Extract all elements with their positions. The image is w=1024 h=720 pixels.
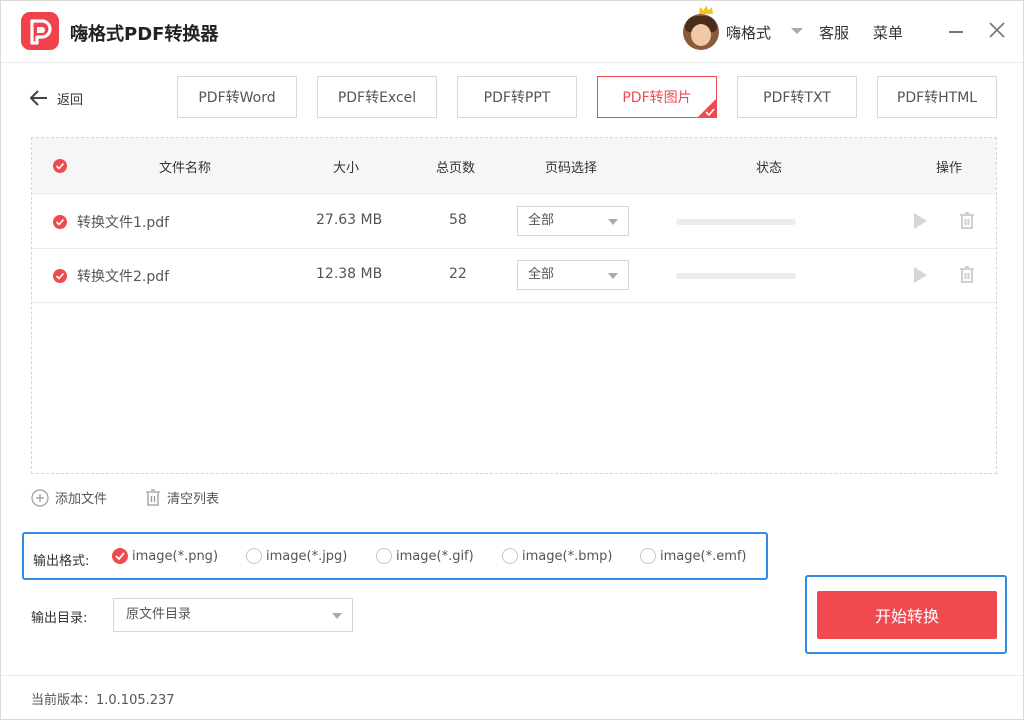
close-icon[interactable] bbox=[988, 21, 1006, 39]
trash-icon[interactable] bbox=[959, 266, 975, 284]
tab-pdf-to-image[interactable]: PDF转图片 bbox=[597, 76, 717, 118]
file-pages: 22 bbox=[449, 266, 467, 282]
radio-unchecked-icon bbox=[376, 548, 392, 564]
trash-icon bbox=[146, 488, 160, 506]
add-file-button[interactable]: 添加文件 bbox=[31, 488, 107, 507]
table-row: 转换文件1.pdf 27.63 MB 58 全部 bbox=[32, 195, 996, 249]
table-row: 转换文件2.pdf 12.38 MB 22 全部 bbox=[32, 249, 996, 303]
clear-list-button[interactable]: 清空列表 bbox=[145, 488, 219, 507]
radio-unchecked-icon bbox=[640, 548, 656, 564]
check-icon bbox=[705, 108, 715, 116]
check-icon bbox=[55, 218, 65, 226]
start-convert-button[interactable]: 开始转换 bbox=[817, 591, 997, 639]
file-size: 12.38 MB bbox=[316, 266, 383, 282]
format-option-emf[interactable]: image(*.emf) bbox=[640, 548, 747, 564]
output-format-group: 输出格式: image(*.png) image(*.jpg) image(*.… bbox=[22, 532, 768, 580]
radio-checked-icon bbox=[112, 548, 128, 564]
back-label: 返回 bbox=[57, 92, 84, 108]
menu-link[interactable]: 菜单 bbox=[873, 22, 903, 43]
format-option-gif[interactable]: image(*.gif) bbox=[376, 548, 474, 564]
play-icon[interactable] bbox=[914, 213, 927, 229]
minimize-icon[interactable] bbox=[949, 31, 963, 33]
output-dir-select[interactable]: 原文件目录 bbox=[113, 598, 353, 632]
tab-pdf-to-html[interactable]: PDF转HTML bbox=[877, 76, 997, 118]
column-header-pages: 总页数 bbox=[436, 161, 476, 176]
version-text: 当前版本：1.0.105.237 bbox=[31, 693, 175, 708]
chevron-down-icon bbox=[608, 219, 618, 225]
chevron-down-icon[interactable] bbox=[791, 28, 803, 34]
trash-icon[interactable] bbox=[959, 212, 975, 230]
table-header: 文件名称 大小 总页数 页码选择 状态 操作 bbox=[32, 138, 996, 194]
row-checkbox[interactable] bbox=[53, 215, 67, 229]
arrow-left-icon bbox=[29, 90, 47, 106]
tab-pdf-to-txt[interactable]: PDF转TXT bbox=[737, 76, 857, 118]
file-pages: 58 bbox=[449, 212, 467, 228]
radio-unchecked-icon bbox=[502, 548, 518, 564]
column-header-size: 大小 bbox=[333, 161, 360, 176]
user-avatar[interactable] bbox=[683, 14, 719, 50]
format-option-bmp[interactable]: image(*.bmp) bbox=[502, 548, 612, 564]
progress-bar bbox=[676, 219, 796, 225]
column-header-page-select: 页码选择 bbox=[545, 161, 598, 176]
back-button[interactable]: 返回 bbox=[29, 87, 83, 109]
customer-service-link[interactable]: 客服 bbox=[819, 22, 849, 43]
format-option-jpg[interactable]: image(*.jpg) bbox=[246, 548, 347, 564]
format-option-png[interactable]: image(*.png) bbox=[112, 548, 218, 564]
status-bar: 当前版本：1.0.105.237 bbox=[1, 675, 1023, 719]
tab-pdf-to-excel[interactable]: PDF转Excel bbox=[317, 76, 437, 118]
tab-pdf-to-word[interactable]: PDF转Word bbox=[177, 76, 297, 118]
progress-bar bbox=[676, 273, 796, 279]
check-icon bbox=[55, 162, 65, 170]
column-header-actions: 操作 bbox=[936, 161, 963, 176]
file-size: 27.63 MB bbox=[316, 212, 383, 228]
file-table: 文件名称 大小 总页数 页码选择 状态 操作 转换文件1.pdf 27.63 M… bbox=[31, 137, 997, 474]
column-header-status: 状态 bbox=[756, 161, 783, 176]
file-name: 转换文件1.pdf bbox=[77, 215, 170, 231]
tab-pdf-to-ppt[interactable]: PDF转PPT bbox=[457, 76, 577, 118]
page-range-select[interactable]: 全部 bbox=[517, 206, 629, 236]
file-name: 转换文件2.pdf bbox=[77, 269, 170, 285]
app-window: 嗨格式PDF转换器 嗨格式 客服 菜单 返回 PDF转Word PDF转Exce… bbox=[0, 0, 1024, 720]
chevron-down-icon bbox=[608, 273, 618, 279]
page-range-select[interactable]: 全部 bbox=[517, 260, 629, 290]
app-logo-icon bbox=[21, 12, 59, 50]
app-title: 嗨格式PDF转换器 bbox=[70, 24, 219, 45]
radio-unchecked-icon bbox=[246, 548, 262, 564]
play-icon[interactable] bbox=[914, 267, 927, 283]
title-bar: 嗨格式PDF转换器 嗨格式 客服 菜单 bbox=[1, 1, 1023, 63]
row-checkbox[interactable] bbox=[53, 269, 67, 283]
select-all-checkbox[interactable] bbox=[53, 159, 67, 173]
output-dir-label: 输出目录: bbox=[31, 611, 88, 626]
output-format-label: 输出格式: bbox=[33, 554, 90, 569]
check-icon bbox=[55, 272, 65, 280]
column-header-name: 文件名称 bbox=[159, 161, 212, 176]
username[interactable]: 嗨格式 bbox=[726, 22, 771, 43]
chevron-down-icon bbox=[332, 613, 342, 619]
plus-circle-icon bbox=[31, 488, 49, 507]
